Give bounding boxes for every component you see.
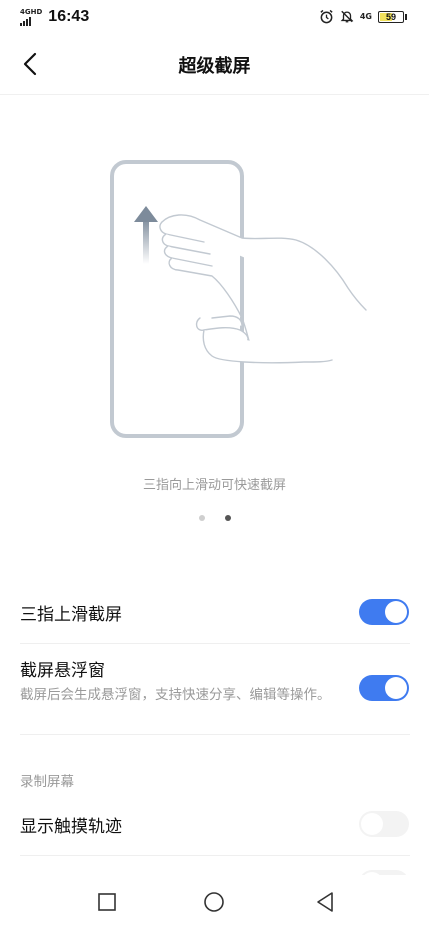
- recents-button[interactable]: [92, 887, 122, 917]
- triangle-back-icon: [317, 892, 333, 912]
- illustration-caption: 三指向上滑动可快速截屏: [142, 478, 286, 493]
- battery-level: 59: [385, 11, 396, 22]
- screen: 4GHD 16:43 4G 59 超级截屏 三指向上滑动可快速截屏 三指上滑截屏…: [0, 0, 429, 929]
- section-record-screen: 录制屏幕: [20, 774, 74, 790]
- status-left: 4GHD 16:43: [20, 8, 89, 26]
- network-type: 4GHD: [20, 7, 43, 16]
- toggle-knob: [385, 601, 407, 623]
- circle-icon: [204, 892, 224, 912]
- setting-description: 截屏后会生成悬浮窗，支持快速分享、编辑等操作。: [20, 687, 331, 703]
- setting-title: 显示触摸轨迹: [20, 817, 122, 837]
- toggle-knob: [385, 677, 407, 699]
- status-time: 16:43: [48, 8, 90, 25]
- divider: [20, 643, 410, 644]
- page-dot-2[interactable]: [224, 515, 231, 521]
- home-button[interactable]: [199, 887, 229, 917]
- show-touch-toggle[interactable]: [359, 811, 409, 837]
- three-finger-toggle[interactable]: [359, 599, 409, 625]
- alarm-icon: [319, 9, 334, 24]
- divider: [20, 855, 410, 856]
- setting-title: 三指上滑截屏: [20, 605, 122, 625]
- setting-show-touch[interactable]: 显示触摸轨迹: [20, 812, 410, 837]
- square-icon: [98, 893, 116, 911]
- gesture-illustration[interactable]: [100, 150, 380, 450]
- navigation-bar: [0, 875, 429, 929]
- page-dot-1[interactable]: [198, 515, 205, 521]
- page-title: 超级截屏: [178, 56, 251, 77]
- setting-three-finger-screenshot[interactable]: 三指上滑截屏: [20, 600, 410, 625]
- status-right: 4G 59: [313, 9, 407, 24]
- bell-muted-icon: [340, 9, 354, 24]
- setting-floating-window[interactable]: 截屏悬浮窗 截屏后会生成悬浮窗，支持快速分享、编辑等操作。: [20, 656, 410, 706]
- battery-icon: 59: [378, 10, 404, 23]
- divider: [20, 734, 410, 735]
- hand-swipe-illustration: [110, 160, 367, 438]
- back-nav-button[interactable]: [310, 887, 340, 917]
- setting-title: 截屏悬浮窗: [20, 661, 105, 681]
- floating-window-toggle[interactable]: [359, 675, 409, 701]
- signal-icon: 4GHD: [20, 7, 43, 26]
- data-network-label: 4G: [359, 12, 372, 21]
- header: 超级截屏: [0, 36, 429, 95]
- battery-cap: [405, 13, 407, 20]
- toggle-knob: [361, 813, 383, 835]
- status-bar: 4GHD 16:43 4G 59: [0, 0, 429, 36]
- page-indicator: [0, 515, 429, 521]
